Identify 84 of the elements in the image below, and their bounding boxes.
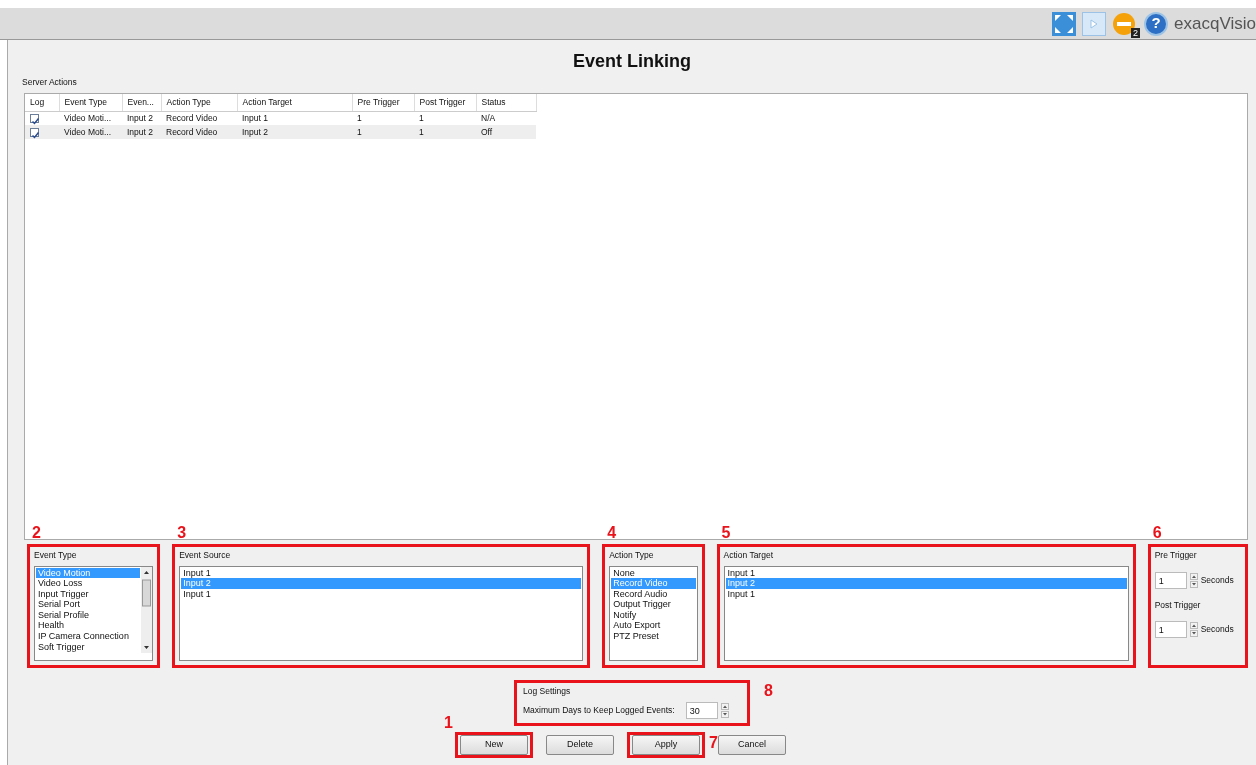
list-item[interactable]: Serial Profile [36, 609, 141, 621]
alert-icon[interactable]: 2 [1112, 11, 1139, 36]
callout-number: 1 [444, 714, 453, 731]
panel-label: Action Type [609, 548, 655, 562]
spin-up-icon[interactable] [1189, 622, 1198, 630]
help-button[interactable]: ? [1144, 11, 1169, 36]
section-label: Server Actions [22, 77, 77, 87]
list-box[interactable]: Input 1 Input 2 Input 1 [179, 565, 584, 661]
callout-number: 6 [1152, 524, 1162, 541]
list-item[interactable]: Auto Export [611, 620, 696, 632]
table-cell: Video Moti... [59, 125, 122, 139]
column-header: Action Target [237, 93, 352, 111]
spin-down-icon[interactable] [1189, 630, 1198, 638]
list-item[interactable]: Input 1 [725, 588, 1127, 600]
table-cell: 1 [414, 111, 476, 125]
table-cell: Input 1 [237, 111, 352, 125]
spin-down-icon[interactable] [720, 710, 729, 718]
list-box[interactable]: None Record Video Record Audio Output Trigger Notify Auto Export PTZ Preset [609, 565, 698, 661]
checkbox[interactable] [30, 127, 39, 137]
list-item[interactable]: Notify [611, 609, 696, 621]
page-title: Event Linking [572, 50, 692, 73]
list-item[interactable]: Health [36, 620, 141, 632]
panel-label: Event Type [34, 548, 78, 562]
column-header: Action Type [161, 93, 237, 111]
list-item[interactable]: Serial Port [36, 599, 141, 610]
list-box[interactable]: Input 1 Input 2 Input 1 [723, 565, 1129, 661]
list-item[interactable]: PTZ Preset [611, 631, 696, 642]
callout-number: 4 [607, 524, 617, 541]
list-item[interactable]: Input Trigger [36, 588, 141, 600]
callout-number: 5 [721, 524, 731, 541]
field-label: Maximum Days to Keep Logged Events: [523, 703, 675, 717]
unit-label: Seconds [1200, 623, 1234, 637]
list-item[interactable]: Video Loss [36, 578, 141, 589]
column-header: Event Type [59, 93, 122, 111]
callout-number: 3 [177, 524, 187, 541]
table-cell: 1 [352, 111, 414, 125]
panel-label: Event Source [179, 548, 232, 562]
scrollbar[interactable] [141, 566, 153, 653]
table-cell: Record Video [161, 125, 237, 139]
callout-number: 2 [32, 524, 41, 541]
group-label: Log Settings [523, 684, 572, 698]
column-header: Even... [122, 93, 161, 111]
unit-label: Seconds [1200, 573, 1234, 587]
brand-name: exacqVisio [1174, 12, 1256, 35]
list-item[interactable]: Input 1 [181, 588, 582, 600]
callout-number: 8 [764, 682, 773, 699]
table-cell: Input 2 [122, 125, 161, 139]
table-cell: Record Video [161, 111, 237, 125]
column-header: Log [25, 93, 59, 111]
list-item[interactable]: None [611, 567, 696, 579]
spin-up-icon[interactable] [1189, 572, 1198, 580]
group-label: Post Trigger [1154, 598, 1202, 612]
checkbox[interactable] [30, 114, 39, 124]
spin-down-icon[interactable] [1189, 580, 1198, 588]
list-item[interactable]: Record Audio [611, 588, 696, 600]
column-header: Pre Trigger [352, 93, 414, 111]
panel-label: Action Target [723, 548, 775, 562]
table-cell: 1 [414, 125, 476, 139]
count-badge: 2 [1131, 27, 1141, 38]
dialog-button[interactable]: Cancel [718, 734, 786, 755]
fullscreen-icon[interactable] [1052, 11, 1077, 36]
table-cell: Input 2 [122, 111, 161, 125]
column-header: Status [476, 93, 536, 111]
table-cell: Video Moti... [59, 111, 122, 125]
dialog-button[interactable]: Apply [632, 734, 700, 755]
number-field[interactable]: 1 [1154, 621, 1187, 639]
list-item[interactable]: IP Camera Connection [36, 631, 141, 642]
list-item[interactable]: Input 1 [725, 567, 1127, 579]
number-field[interactable]: 30 [685, 701, 718, 719]
table-cell: N/A [476, 111, 536, 125]
table-cell: 1 [352, 125, 414, 139]
number-field[interactable]: 1 [1154, 571, 1187, 589]
column-header: Post Trigger [414, 93, 476, 111]
list-item[interactable]: Input 1 [181, 567, 582, 579]
callout-number: 7 [709, 734, 718, 751]
list-box[interactable]: Video Motion Video Loss Input Trigger Serial Port Serial Profile Health IP Camera Connection Soft Trigger [34, 565, 154, 661]
group-label: Pre Trigger [1154, 548, 1198, 562]
table-cell: Off [476, 125, 536, 139]
table-cell: Input 2 [237, 125, 352, 139]
dialog-button[interactable]: New [460, 734, 528, 755]
spin-up-icon[interactable] [720, 702, 729, 710]
list-item[interactable]: Soft Trigger [36, 641, 141, 653]
dialog-button[interactable]: Delete [546, 734, 614, 755]
list-item[interactable]: Output Trigger [611, 599, 696, 610]
